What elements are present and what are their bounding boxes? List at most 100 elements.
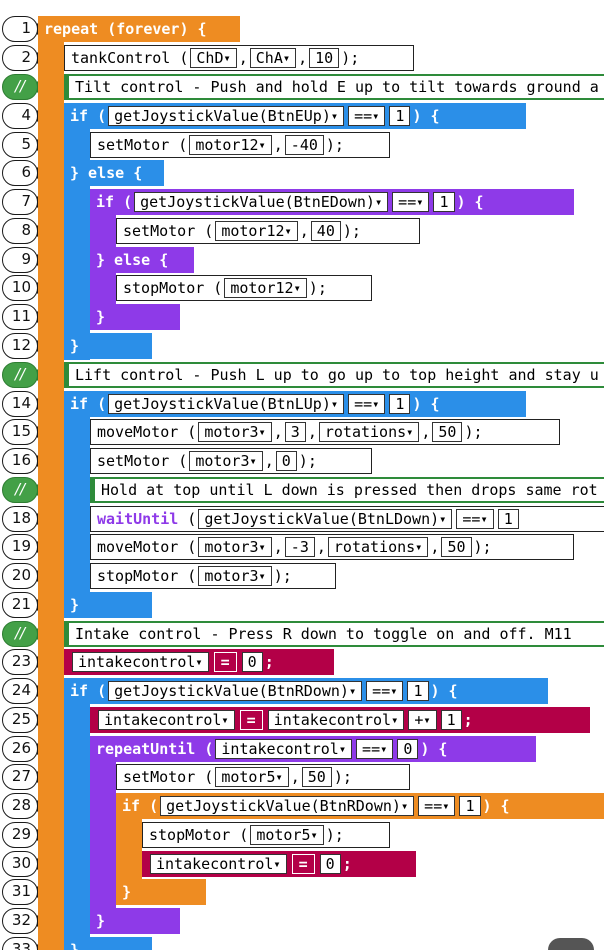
comment-line-marker[interactable]: // (2, 477, 44, 503)
speed-input[interactable]: 50 (432, 422, 463, 442)
variable-dropdown[interactable]: intakecontrol (98, 710, 235, 730)
line-number[interactable]: 5 (2, 132, 44, 158)
condition-dropdown[interactable]: getJoystickValue(BtnRDown) (108, 681, 363, 701)
motor-dropdown[interactable]: motor12 (215, 221, 298, 241)
comment-text[interactable]: Hold at top until L down is pressed then… (101, 481, 598, 499)
line-number[interactable]: 27 (2, 764, 44, 790)
else-clause[interactable]: } else { (64, 160, 164, 186)
repeat-condition[interactable]: (forever) (107, 20, 188, 38)
motor-dropdown[interactable]: motor12 (224, 278, 307, 298)
repeatuntil-statement[interactable]: repeatUntil ( intakecontrol == 0 ) { (90, 736, 536, 762)
setmotor-statement[interactable]: setMotor ( motor12, 40 ); (116, 218, 420, 244)
comment-line-marker[interactable]: // (2, 74, 44, 100)
value-input[interactable]: 1 (459, 796, 481, 816)
motor-dropdown[interactable]: motor5 (215, 767, 289, 787)
stopmotor-statement[interactable]: stopMotor ( motor5 ); (142, 822, 390, 848)
operator-dropdown[interactable]: == (356, 739, 394, 759)
tankcontrol-statement[interactable]: tankControl ( ChD, ChA, 10 ); (64, 45, 414, 71)
comment-block[interactable]: Tilt control - Push and hold E up to til… (64, 74, 604, 100)
line-number[interactable]: 2 (2, 45, 44, 71)
line-number[interactable]: 29 (2, 822, 44, 848)
units-dropdown[interactable]: rotations (318, 422, 420, 442)
speed-input[interactable]: 50 (441, 537, 472, 557)
stopmotor-statement[interactable]: stopMotor ( motor3 ); (90, 563, 336, 589)
operator-dropdown[interactable]: + (408, 710, 437, 730)
condition-dropdown[interactable]: getJoystickValue(BtnLDown) (198, 509, 453, 529)
if-statement[interactable]: if ( getJoystickValue(BtnRDown) == 1 ) { (64, 678, 548, 704)
line-number[interactable]: 23 (2, 649, 44, 675)
comment-block[interactable]: Hold at top until L down is pressed then… (90, 477, 604, 503)
line-number[interactable]: 30 (2, 851, 44, 877)
variable-assignment[interactable]: intakecontrol = 0 ; (142, 851, 416, 877)
condition-dropdown[interactable]: getJoystickValue(BtnLUp) (108, 394, 345, 414)
condition-dropdown[interactable]: getJoystickValue(BtnEDown) (134, 192, 389, 212)
scroll-handle[interactable] (548, 938, 594, 950)
motor-dropdown[interactable]: motor5 (250, 825, 324, 845)
variable-assignment[interactable]: intakecontrol = intakecontrol + 1 ; (90, 707, 590, 733)
line-number[interactable]: 10 (2, 275, 44, 301)
else-clause[interactable]: } else { (90, 247, 194, 273)
if-statement[interactable]: if ( getJoystickValue(BtnLUp) == 1 ) { (64, 391, 526, 417)
variable-dropdown[interactable]: intakecontrol (267, 710, 405, 730)
variable-dropdown[interactable]: intakecontrol (150, 854, 287, 874)
variable-dropdown[interactable]: intakecontrol (215, 739, 353, 759)
line-number[interactable]: 28 (2, 793, 44, 819)
operator-dropdown[interactable]: == (392, 192, 430, 212)
line-number[interactable]: 16 (2, 448, 44, 474)
line-number[interactable]: 21 (2, 592, 44, 618)
motor-dropdown[interactable]: motor3 (198, 566, 272, 586)
value-input[interactable]: 1 (497, 509, 519, 529)
movemotor-statement[interactable]: moveMotor ( motor3, 3, rotations, 50 ); (90, 419, 560, 445)
line-number[interactable]: 6 (2, 160, 44, 186)
distance-input[interactable]: 3 (284, 422, 306, 442)
line-number[interactable]: 11 (2, 304, 44, 330)
speed-input[interactable]: 40 (310, 221, 341, 241)
comment-block[interactable]: Lift control - Push L up to go up to top… (64, 362, 604, 388)
repeat-forever-block[interactable]: repeat (forever) { (38, 16, 240, 42)
comment-block[interactable]: Intake control - Press R down to toggle … (64, 621, 604, 647)
line-number[interactable]: 1 (2, 16, 44, 42)
comment-text[interactable]: Tilt control - Push and hold E up to til… (75, 78, 599, 96)
condition-dropdown[interactable]: getJoystickValue(BtnRDown) (160, 796, 415, 816)
value-input[interactable]: 0 (397, 739, 419, 759)
value-input[interactable]: 0 (241, 652, 263, 672)
comment-line-marker[interactable]: // (2, 362, 44, 388)
line-number[interactable]: 9 (2, 247, 44, 273)
setmotor-statement[interactable]: setMotor ( motor12, -40 ); (90, 132, 390, 158)
line-number[interactable]: 7 (2, 189, 44, 215)
threshold-input[interactable]: 10 (309, 48, 340, 68)
variable-assignment[interactable]: intakecontrol = 0 ; (64, 649, 334, 675)
line-number[interactable]: 20 (2, 563, 44, 589)
line-number[interactable]: 12 (2, 333, 44, 359)
comment-line-marker[interactable]: // (2, 621, 44, 647)
if-statement[interactable]: if ( getJoystickValue(BtnRDown) == 1 ) { (116, 793, 604, 819)
motor-dropdown[interactable]: motor12 (189, 135, 272, 155)
comment-text[interactable]: Intake control - Press R down to toggle … (75, 625, 572, 643)
stopmotor-statement[interactable]: stopMotor ( motor12 ); (116, 275, 372, 301)
line-number[interactable]: 14 (2, 391, 44, 417)
motor-dropdown[interactable]: motor3 (198, 537, 272, 557)
setmotor-statement[interactable]: setMotor ( motor3, 0 ); (90, 448, 372, 474)
value-input[interactable]: 1 (440, 710, 462, 730)
setmotor-statement[interactable]: setMotor ( motor5, 50 ); (116, 764, 410, 790)
motor-dropdown[interactable]: motor3 (189, 451, 263, 471)
operator-dropdown[interactable]: == (418, 796, 456, 816)
speed-input[interactable]: 0 (275, 451, 297, 471)
value-input[interactable]: 1 (389, 394, 411, 414)
comment-text[interactable]: Lift control - Push L up to go up to top… (75, 366, 599, 384)
line-number[interactable]: 4 (2, 103, 44, 129)
line-number[interactable]: 26 (2, 736, 44, 762)
motor-dropdown[interactable]: motor3 (198, 422, 272, 442)
line-number[interactable]: 18 (2, 506, 44, 532)
condition-dropdown[interactable]: getJoystickValue(BtnEUp) (108, 106, 345, 126)
movemotor-statement[interactable]: moveMotor ( motor3, -3, rotations, 50 ); (90, 534, 574, 560)
channel-dropdown[interactable]: ChA (249, 48, 297, 68)
operator-dropdown[interactable]: == (348, 394, 386, 414)
units-dropdown[interactable]: rotations (327, 537, 429, 557)
channel-dropdown[interactable]: ChD (190, 48, 237, 68)
operator-dropdown[interactable]: == (348, 106, 386, 126)
variable-dropdown[interactable]: intakecontrol (72, 652, 209, 672)
line-number[interactable]: 33 (2, 937, 44, 950)
speed-input[interactable]: -40 (284, 135, 324, 155)
value-input[interactable]: 1 (389, 106, 411, 126)
